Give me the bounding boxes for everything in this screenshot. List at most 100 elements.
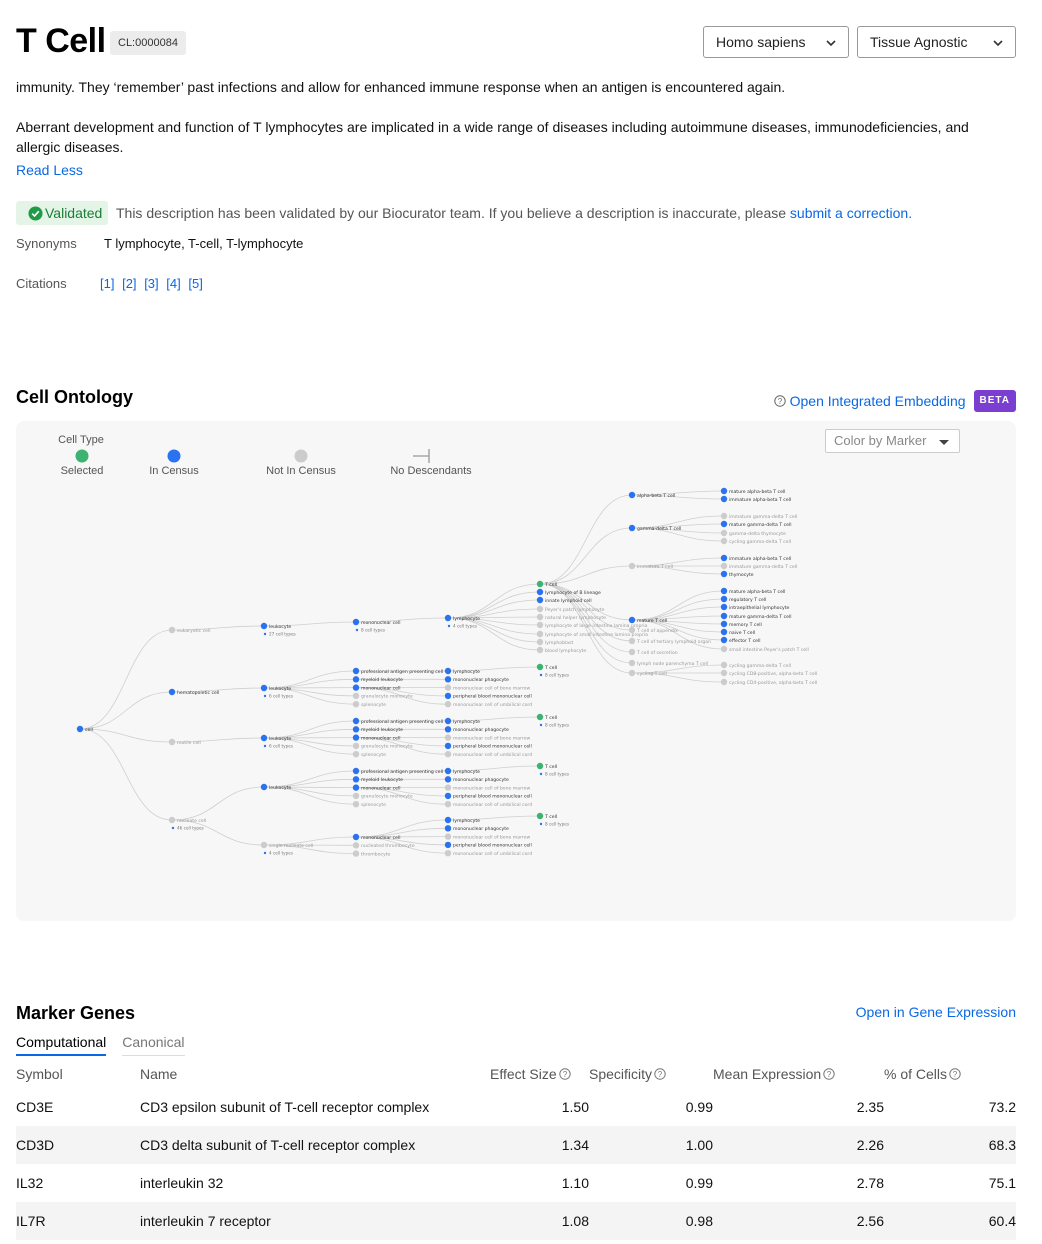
table-row[interactable]: CD3D CD3 delta subunit of T-cell recepto… — [16, 1126, 1016, 1164]
ontology-node[interactable] — [628, 659, 636, 667]
tissue-dropdown[interactable]: Tissue Agnostic — [857, 26, 1016, 58]
ontology-node[interactable] — [444, 717, 452, 725]
ontology-node[interactable] — [628, 669, 636, 677]
tab-canonical[interactable]: Canonical — [122, 1034, 185, 1056]
column-header-specificity[interactable]: Specificity? — [589, 1060, 713, 1088]
ontology-node[interactable] — [352, 842, 360, 849]
ontology-node[interactable] — [444, 784, 452, 791]
ontology-node[interactable] — [628, 648, 636, 656]
ontology-node[interactable] — [444, 676, 452, 683]
ontology-node[interactable] — [168, 688, 176, 696]
ontology-node[interactable] — [720, 628, 728, 636]
ontology-node[interactable] — [720, 487, 728, 495]
ontology-node[interactable] — [352, 850, 360, 857]
table-row[interactable]: IL32 interleukin 32 1.10 0.99 2.78 75.1 — [16, 1164, 1016, 1202]
ontology-node[interactable] — [536, 713, 544, 721]
help-icon[interactable]: ? — [558, 1068, 571, 1080]
ontology-node[interactable] — [352, 833, 360, 841]
ontology-node[interactable] — [720, 554, 728, 562]
ontology-node[interactable] — [444, 734, 452, 741]
ontology-node[interactable] — [536, 630, 544, 638]
column-header-percent-cells[interactable]: % of Cells? — [884, 1060, 1016, 1088]
ontology-node[interactable] — [720, 495, 728, 503]
help-icon[interactable]: ? — [654, 1068, 666, 1080]
ontology-node[interactable] — [720, 529, 728, 537]
ontology-node[interactable] — [536, 605, 544, 613]
ontology-node[interactable] — [444, 841, 452, 849]
citation-link[interactable]: [1] — [100, 276, 114, 291]
column-header-effect-size[interactable]: Effect Size? — [490, 1060, 589, 1088]
ontology-node[interactable] — [352, 692, 360, 700]
help-icon[interactable]: ? — [949, 1068, 961, 1080]
ontology-node[interactable] — [536, 580, 544, 588]
ontology-node[interactable] — [720, 678, 728, 686]
citation-link[interactable]: [4] — [166, 276, 180, 291]
ontology-node[interactable] — [536, 588, 544, 596]
ontology-node[interactable] — [352, 742, 360, 750]
ontology-node[interactable] — [352, 667, 360, 675]
ontology-node[interactable] — [536, 646, 544, 654]
ontology-node[interactable] — [260, 734, 268, 742]
ontology-node[interactable] — [720, 587, 728, 595]
open-gene-expression-link[interactable]: Open in Gene Expression — [856, 1004, 1016, 1020]
ontology-node[interactable] — [444, 776, 452, 783]
column-header-mean-expression[interactable]: Mean Expression? — [713, 1060, 884, 1088]
ontology-node[interactable] — [628, 562, 636, 570]
ontology-node[interactable] — [444, 684, 452, 691]
ontology-node[interactable] — [444, 726, 452, 733]
ontology-node[interactable] — [720, 512, 728, 520]
open-integrated-embedding-link[interactable]: ? Open Integrated Embedding BETA — [773, 390, 1016, 412]
cell-ontology-panel[interactable]: Cell Type Selected In Census Not In Cens… — [16, 421, 1016, 921]
ontology-node[interactable] — [720, 595, 728, 603]
ontology-node[interactable] — [536, 596, 544, 604]
ontology-node[interactable] — [352, 701, 360, 708]
citation-link[interactable]: [3] — [144, 276, 158, 291]
ontology-node[interactable] — [444, 833, 452, 840]
ontology-node[interactable] — [168, 738, 176, 746]
submit-correction-link[interactable]: submit a correction. — [790, 205, 912, 221]
ontology-node[interactable] — [536, 613, 544, 621]
read-less-link[interactable]: Read Less — [16, 162, 83, 178]
ontology-node[interactable] — [720, 612, 728, 620]
ontology-node[interactable] — [444, 792, 452, 800]
ontology-node[interactable] — [352, 784, 360, 791]
ontology-node[interactable] — [260, 841, 268, 849]
ontology-node[interactable] — [352, 801, 360, 808]
ontology-node[interactable] — [720, 520, 728, 528]
column-header-name[interactable]: Name — [140, 1060, 490, 1088]
ontology-node[interactable] — [352, 776, 360, 783]
ontology-node[interactable] — [352, 717, 360, 725]
ontology-node[interactable] — [536, 812, 544, 820]
ontology-node[interactable] — [444, 816, 452, 824]
ontology-node[interactable] — [720, 570, 728, 578]
table-row[interactable]: IL7R interleukin 7 receptor 1.08 0.98 2.… — [16, 1202, 1016, 1240]
tab-computational[interactable]: Computational — [16, 1034, 107, 1056]
ontology-node[interactable] — [536, 762, 544, 770]
ontology-node[interactable] — [444, 692, 452, 700]
ontology-node[interactable] — [720, 661, 728, 669]
ontology-node[interactable] — [720, 620, 728, 628]
table-row[interactable]: CD3E CD3 epsilon subunit of T-cell recep… — [16, 1088, 1016, 1126]
ontology-node[interactable] — [444, 801, 452, 808]
ontology-node[interactable] — [628, 491, 636, 499]
ontology-node[interactable] — [260, 783, 268, 791]
citation-link[interactable]: [2] — [122, 276, 136, 291]
species-dropdown[interactable]: Homo sapiens — [703, 26, 849, 58]
column-header-symbol[interactable]: Symbol — [16, 1060, 140, 1088]
ontology-node[interactable] — [352, 618, 360, 626]
ontology-node[interactable] — [76, 725, 84, 733]
ontology-node[interactable] — [720, 645, 728, 653]
ontology-node[interactable] — [444, 767, 452, 775]
ontology-node[interactable] — [536, 663, 544, 671]
citation-link[interactable]: [5] — [188, 276, 202, 291]
ontology-node[interactable] — [444, 825, 452, 832]
ontology-node[interactable] — [720, 669, 728, 677]
ontology-node[interactable] — [352, 726, 360, 733]
ontology-node[interactable] — [352, 734, 360, 741]
ontology-node[interactable] — [536, 621, 544, 629]
ontology-node[interactable] — [352, 676, 360, 683]
ontology-node[interactable] — [720, 603, 728, 611]
ontology-node[interactable] — [168, 816, 176, 824]
ontology-node[interactable] — [444, 701, 452, 708]
help-icon[interactable]: ? — [823, 1068, 835, 1080]
